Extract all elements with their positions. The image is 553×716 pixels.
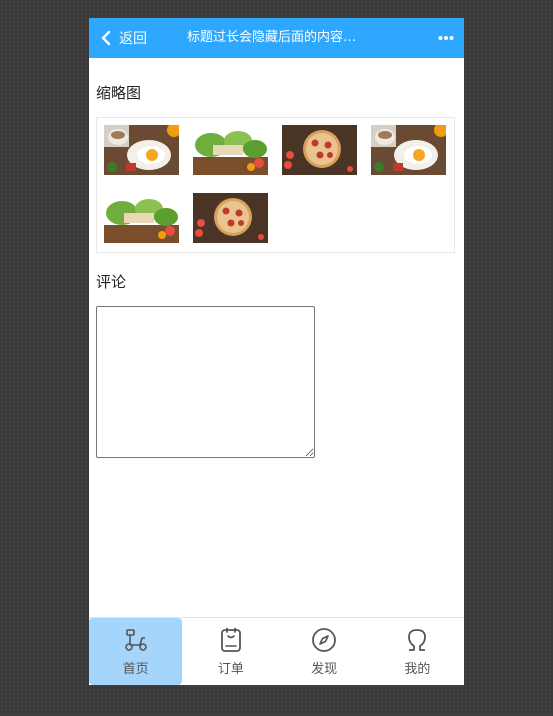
tab-home[interactable]: 首页 [89, 618, 183, 685]
profile-icon [408, 629, 427, 651]
top-nav-bar: 返回 标题过长会隐藏后面的内容啊啊啊啊啊 [89, 18, 464, 58]
tab-label: 首页 [122, 662, 149, 677]
order-icon [220, 627, 241, 652]
salad-image [104, 193, 179, 243]
back-label: 返回 [119, 31, 147, 47]
compass-icon [312, 628, 337, 652]
scooter-icon [124, 629, 147, 651]
tab-label: 发现 [311, 662, 338, 677]
pizza-image [193, 193, 268, 243]
bottom-tab-bar: 首页 订单 发现 我的 [89, 617, 464, 685]
comment-textarea[interactable] [96, 306, 315, 458]
more-dots-icon [438, 36, 454, 40]
chevron-left-icon [101, 30, 111, 46]
thumbnail-image[interactable] [104, 125, 179, 175]
back-button[interactable]: 返回 [99, 18, 147, 58]
tab-mine[interactable]: 我的 [371, 618, 464, 685]
thumbnail-grid [96, 117, 455, 253]
pizza-image [282, 125, 357, 175]
egg-breakfast-image [371, 125, 446, 175]
thumbnails-label: 缩略图 [96, 84, 142, 102]
page-title: 标题过长会隐藏后面的内容啊啊啊啊啊 [187, 30, 357, 45]
tab-orders[interactable]: 订单 [184, 618, 277, 685]
thumbnail-image[interactable] [282, 125, 357, 175]
salad-image [193, 125, 268, 175]
tab-discover[interactable]: 发现 [278, 618, 371, 685]
thumbnail-image[interactable] [104, 193, 179, 243]
phone-screen: 返回 标题过长会隐藏后面的内容啊啊啊啊啊 缩略图 [89, 18, 464, 685]
tab-label: 我的 [404, 662, 431, 677]
thumbnail-image[interactable] [193, 193, 268, 243]
tab-label: 订单 [217, 662, 244, 677]
thumbnail-image[interactable] [193, 125, 268, 175]
thumbnail-image[interactable] [371, 125, 446, 175]
egg-breakfast-image [104, 125, 179, 175]
more-button[interactable] [438, 18, 454, 58]
comment-label: 评论 [96, 273, 127, 291]
